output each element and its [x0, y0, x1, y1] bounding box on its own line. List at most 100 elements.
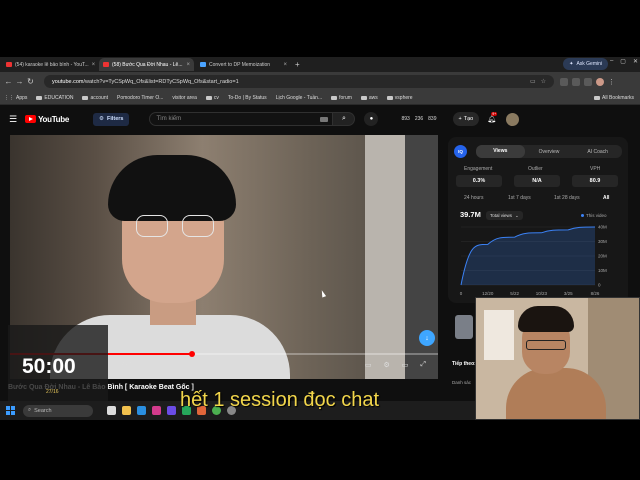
filters-button[interactable]: ⚙ Filters — [93, 112, 130, 126]
hamburger-icon[interactable]: ☰ — [9, 114, 17, 125]
voice-search-button[interactable]: ● — [364, 112, 379, 126]
search-placeholder: Tìm kiếm — [156, 116, 182, 122]
x-tick-label: 3/25 — [564, 291, 573, 296]
all-bookmarks[interactable]: All Bookmarks — [594, 95, 634, 101]
bookmark-item[interactable]: visitor area — [172, 95, 196, 101]
bookmark-item[interactable]: Lịch Google - Tuần... — [276, 95, 322, 101]
notifications-button[interactable]: 🔔︎ 9+ — [487, 112, 498, 123]
forward-icon[interactable]: → — [14, 77, 25, 86]
taskview-icon[interactable] — [107, 406, 116, 415]
theater-icon[interactable]: ▭ — [402, 361, 409, 369]
scrubber-handle[interactable] — [188, 351, 195, 357]
tab-views[interactable]: Views — [476, 145, 525, 158]
search-input[interactable]: Tìm kiếm — [149, 112, 334, 126]
cast-icon[interactable]: ▭ — [530, 78, 536, 85]
stream-subtitle: hết 1 session đọc chat — [180, 389, 380, 411]
bookmark-item[interactable]: To-Do | By Status — [228, 95, 267, 101]
close-window-icon[interactable]: ✕ — [633, 58, 638, 65]
cam-hair — [518, 306, 574, 332]
bookmark-item[interactable]: EDUCATION — [36, 95, 73, 101]
star-icon[interactable]: ☆ — [541, 78, 546, 85]
fullscreen-icon[interactable]: ⤢ — [420, 361, 426, 369]
timer-value: 50:00 — [22, 355, 76, 378]
taskbar-search[interactable]: ⌕ Search — [23, 404, 93, 417]
keyboard-icon[interactable] — [320, 116, 329, 122]
profile-icon[interactable] — [596, 77, 604, 86]
metric-head-vph: VPH — [590, 166, 601, 172]
screen: (54) karaoke lê bảo bình - YouT... × (58… — [0, 0, 640, 480]
url-site: youtube.com — [52, 78, 84, 85]
bookmark-item[interactable]: ⋮⋮ Apps — [4, 95, 27, 101]
youtube-logo-text: YouTube — [38, 114, 70, 124]
range-7d[interactable]: 1st 7 days — [508, 195, 531, 201]
search-icon: ⌕ — [28, 407, 32, 413]
explorer-icon[interactable] — [122, 406, 131, 415]
bookmark-item[interactable]: forum — [331, 95, 352, 101]
y-tick-label: 30M — [598, 239, 607, 244]
download-icon: ↓ — [425, 334, 429, 342]
total-views-select-label: Total views — [490, 213, 513, 218]
youtube-logo[interactable]: YouTube — [25, 115, 69, 124]
tab-label: Convert to DP Memoization — [209, 61, 271, 68]
bookmark-item[interactable]: account — [82, 95, 108, 101]
minimize-icon[interactable]: – — [610, 58, 613, 65]
new-tab-button[interactable]: + — [295, 60, 300, 69]
browser-tab[interactable]: (54) karaoke lê bảo bình - YouT... × — [2, 58, 97, 71]
search-icon: ⌕ — [342, 115, 346, 122]
total-views-select[interactable]: Total views ⌄ — [486, 211, 523, 220]
tab-ai-coach[interactable]: AI Coach — [573, 149, 622, 155]
extension-icon[interactable] — [560, 77, 568, 86]
close-icon[interactable]: × — [186, 62, 190, 68]
close-icon[interactable]: × — [283, 62, 287, 68]
folder-icon — [331, 95, 338, 100]
y-tick-label: 10M — [598, 268, 607, 273]
browser-tab[interactable]: Convert to DP Memoization × — [196, 58, 291, 71]
reload-icon[interactable]: ↻ — [25, 77, 36, 86]
download-button[interactable]: ↓ — [419, 330, 435, 346]
sparkle-icon: ✦ — [569, 61, 574, 67]
bookmark-item[interactable]: vsphere — [386, 95, 413, 101]
stat-3: 839 — [428, 116, 437, 122]
tab-overview[interactable]: Overview — [525, 149, 574, 155]
range-28d[interactable]: 1st 28 days — [554, 195, 580, 201]
captions-icon[interactable]: ▭ — [365, 361, 372, 369]
range-24h[interactable]: 24 hours — [464, 195, 483, 201]
app-icon[interactable] — [167, 406, 176, 415]
maximize-icon[interactable]: ▢ — [620, 58, 626, 65]
close-icon[interactable]: × — [92, 62, 96, 68]
extension-icon[interactable] — [572, 77, 580, 86]
extension-icon[interactable] — [584, 77, 592, 86]
avatar[interactable] — [506, 112, 520, 126]
notif-badge: 9+ — [491, 112, 498, 116]
search-button[interactable]: ⌕ — [333, 112, 356, 126]
plus-icon: + — [458, 116, 462, 122]
tab-label: (54) karaoke lê bảo bình - YouT... — [15, 61, 89, 68]
settings-icon[interactable]: ⚙ — [383, 361, 389, 369]
vidiq-panel: IQ Views Overview AI Coach Engagement Ou… — [448, 137, 628, 303]
bookmark-item[interactable]: aws — [360, 95, 378, 101]
create-button[interactable]: + Tạo — [452, 112, 480, 126]
ask-gemini-button[interactable]: ✦ Ask Gemini — [563, 58, 608, 70]
metric-vph: 80.9 — [572, 175, 618, 187]
extensions: ⋮ — [560, 77, 615, 86]
metric-head-engagement: Engagement — [464, 166, 493, 172]
bookmark-item[interactable]: cv — [205, 95, 219, 101]
bookmark-item[interactable]: Pomodoro Timer O... — [117, 95, 163, 101]
back-icon[interactable]: ← — [3, 77, 14, 86]
chart-legend: This video — [581, 213, 607, 218]
app-icon[interactable] — [152, 406, 161, 415]
vscode-icon[interactable] — [137, 406, 146, 415]
next-thumbnail[interactable] — [455, 315, 473, 339]
url-bar[interactable]: youtube.com /watch?v=TyCSpWq_Ofs&list=RD… — [44, 75, 554, 88]
mic-icon: ● — [369, 116, 374, 122]
windows-start-icon[interactable] — [6, 406, 15, 415]
channel-stats: 893 236 839 — [401, 116, 436, 122]
bookmarks-bar: ⋮⋮ Apps EDUCATION account Pomodoro Timer … — [0, 91, 640, 105]
webcam-overlay — [475, 297, 640, 420]
range-all[interactable]: All — [603, 195, 609, 201]
x-tick-label: 5/22 — [510, 291, 519, 296]
browser-tab-active[interactable]: (58) Bước Qua Đời Nhau - Lê... × — [99, 58, 194, 71]
filter-icon: ⚙ — [99, 116, 104, 122]
video-glasses — [136, 215, 216, 237]
menu-icon[interactable]: ⋮ — [608, 78, 615, 86]
